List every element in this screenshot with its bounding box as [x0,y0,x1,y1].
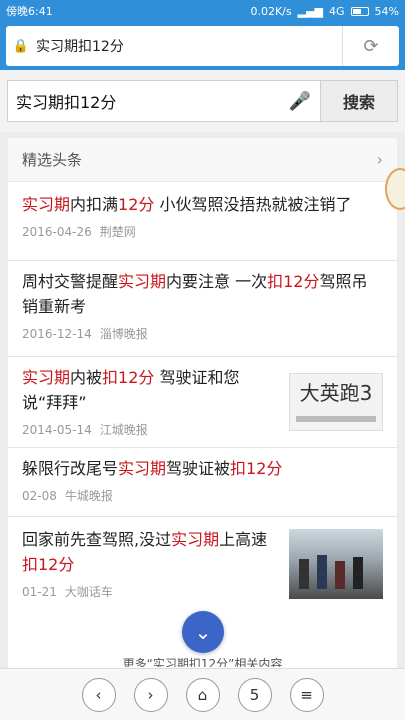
net-speed: 0.02K/s [250,4,292,18]
battery-icon [350,6,369,16]
news-headline[interactable]: 实习期内扣满12分 小伙驾照没捂热就被注销了 [22,192,383,217]
search-input[interactable]: 实习期扣12分 🎤 [7,80,321,122]
headline-text: 驾驶证被 [166,459,231,478]
back-button[interactable]: ‹ [81,677,116,712]
news-item[interactable]: 实习期内被扣12分 驾驶证和您说“拜拜” 2014-05-14 江城晚报 大英跑3 [8,357,397,448]
news-date: 02-08 [22,489,57,503]
news-headline[interactable]: 实习期内被扣12分 驾驶证和您说“拜拜” [22,365,277,415]
headline-highlight: 12分 [118,195,155,214]
microphone-icon[interactable]: 🎤 [280,91,320,112]
forward-button[interactable]: › [133,677,168,712]
battery-level: 54% [374,4,399,18]
news-date: 01-21 [22,585,57,599]
headline-highlight: 扣12分 [230,459,283,478]
headline-highlight: 实习期 [118,272,167,291]
headline-highlight: 实习期 [171,530,220,549]
status-time: 傍晚6:41 [6,5,53,18]
headline-highlight: 实习期 [22,368,71,387]
network-type: 4G [329,4,345,18]
news-headline[interactable]: 周村交警提醒实习期内要注意 一次扣12分驾照吊销重新考 [22,269,383,319]
search-row: 实习期扣12分 🎤 搜索 [0,70,405,132]
address-box[interactable]: 🔒 实习期扣12分 ⟳ [6,26,399,66]
headline-highlight: 扣12分 [267,272,320,291]
news-item[interactable]: 躲限行改尾号实习期驾驶证被扣12分 02-08 牛城晚报 [8,448,397,517]
address-bar: 🔒 实习期扣12分 ⟳ [0,22,405,70]
signal-icon: ▂▄▆ [297,4,324,18]
news-headline[interactable]: 躲限行改尾号实习期驾驶证被扣12分 [22,456,383,481]
headline-text: 回家前先查驾照,没过 [22,530,172,549]
status-bar: 傍晚6:41 0.02K/s ▂▄▆ 4G 54% [0,0,405,22]
section-title: 精选头条 [22,151,83,169]
tabs-button[interactable]: 5 [237,677,272,712]
headline-highlight: 实习期 [118,459,167,478]
news-thumbnail[interactable]: 大英跑3 [289,373,383,431]
news-item[interactable]: 回家前先查驾照,没过实习期上高速扣12分 01-21 大咖话车 [8,517,397,613]
headline-text: 躲限行改尾号 [22,459,119,478]
chevron-right-icon: › [376,150,383,169]
lock-icon: 🔒 [12,38,30,54]
headline-highlight: 扣12分 [102,368,155,387]
reload-icon[interactable]: ⟳ [343,36,399,57]
headline-text: 内要注意 一次 [166,272,268,291]
search-button[interactable]: 搜索 [321,80,398,122]
results-card: 精选头条 › 实习期内扣满12分 小伙驾照没捂热就被注销了 2016-04-26… [8,138,397,668]
headline-text: 内被 [70,368,103,387]
news-date: 2014-05-14 [22,423,92,437]
news-source: 淄博晚报 [99,327,148,341]
news-source: 荆楚网 [99,225,136,239]
headline-text: 小伙驾照没捂热就被注销了 [154,195,352,214]
headline-highlight: 扣12分 [22,555,75,574]
news-thumbnail[interactable] [289,529,383,599]
headline-text: 内扣满 [70,195,119,214]
home-icon[interactable]: ⌂ [185,677,220,712]
chevron-down-icon[interactable]: ⌄ [182,611,224,653]
news-item[interactable]: 实习期内扣满12分 小伙驾照没捂热就被注销了 2016-04-26 荆楚网 [8,182,397,261]
news-source: 江城晚报 [99,423,148,437]
news-source: 牛城晚报 [64,489,113,503]
more-link[interactable]: 更多“实习期扣12分”相关内容 [8,655,397,667]
news-headline[interactable]: 回家前先查驾照,没过实习期上高速扣12分 [22,527,277,577]
news-date: 2016-04-26 [22,225,92,239]
menu-icon[interactable]: ≡ [289,677,324,712]
headline-highlight: 实习期 [22,195,71,214]
bottom-toolbar: ‹ › ⌂ 5 ≡ [0,668,405,720]
search-query[interactable]: 实习期扣12分 [16,89,280,113]
news-item[interactable]: 周村交警提醒实习期内要注意 一次扣12分驾照吊销重新考 2016-12-14 淄博… [8,261,397,357]
news-date: 2016-12-14 [22,327,92,341]
news-source: 大咖话车 [64,585,113,599]
section-header[interactable]: 精选头条 › [8,138,397,182]
headline-text: 上高速 [219,530,268,549]
headline-text: 周村交警提醒 [22,272,119,291]
url-text[interactable]: 实习期扣12分 [36,36,342,56]
